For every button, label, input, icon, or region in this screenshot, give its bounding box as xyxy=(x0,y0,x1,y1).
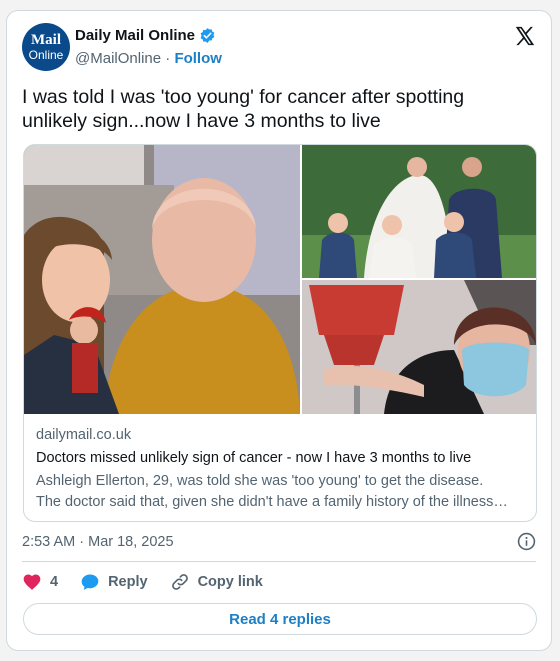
heart-icon xyxy=(23,574,41,590)
verified-badge-icon xyxy=(200,28,215,43)
link-card-domain: dailymail.co.uk xyxy=(36,427,132,443)
avatar[interactable]: Mail Online xyxy=(22,23,70,71)
author-handle[interactable]: @MailOnline xyxy=(75,50,161,67)
reply-label: Reply xyxy=(108,574,148,590)
x-logo-icon[interactable] xyxy=(514,25,536,47)
tweet-card: Mail Online Daily Mail Online @MailOnlin… xyxy=(6,10,552,651)
read-replies-button[interactable]: Read 4 replies xyxy=(23,603,537,635)
link-icon xyxy=(171,574,188,590)
link-card-title: Doctors missed unlikely sign of cancer -… xyxy=(36,450,472,466)
author-name-row: Daily Mail Online xyxy=(75,27,216,44)
info-icon[interactable] xyxy=(517,532,536,551)
author-name[interactable]: Daily Mail Online xyxy=(75,27,195,44)
time-separator: · xyxy=(79,534,85,550)
avatar-logo-line2: Online xyxy=(28,48,64,62)
timestamp[interactable]: 2:53 AM · Mar 18, 2025 xyxy=(22,534,174,550)
article-image-collage[interactable] xyxy=(24,145,537,414)
link-card-description: Ashleigh Ellerton, 29, was told she was … xyxy=(36,471,528,513)
like-button[interactable]: 4 xyxy=(22,572,58,592)
tweet-date: Mar 18, 2025 xyxy=(88,534,174,550)
author-handle-row: @MailOnline · Follow xyxy=(75,50,222,67)
action-bar: 4 Reply Copy link xyxy=(22,572,285,592)
divider xyxy=(22,561,536,562)
link-card[interactable]: dailymail.co.uk Doctors missed unlikely … xyxy=(23,144,537,522)
copy-link-button[interactable]: Copy link xyxy=(170,572,263,592)
link-card-description-line2: The doctor said that, given she didn't h… xyxy=(36,494,508,510)
copy-link-label: Copy link xyxy=(197,574,263,590)
link-card-description-line1: Ashleigh Ellerton, 29, was told she was … xyxy=(36,473,484,489)
like-count: 4 xyxy=(50,574,59,590)
follow-link[interactable]: Follow xyxy=(174,50,222,67)
reply-bubble-icon xyxy=(81,574,99,590)
tweet-time: 2:53 AM xyxy=(22,534,76,550)
tweet-text: I was told I was 'too young' for cancer … xyxy=(22,86,465,132)
handle-separator: · xyxy=(165,50,171,67)
avatar-logo-line1: Mail xyxy=(31,32,61,48)
reply-button[interactable]: Reply xyxy=(80,572,148,592)
